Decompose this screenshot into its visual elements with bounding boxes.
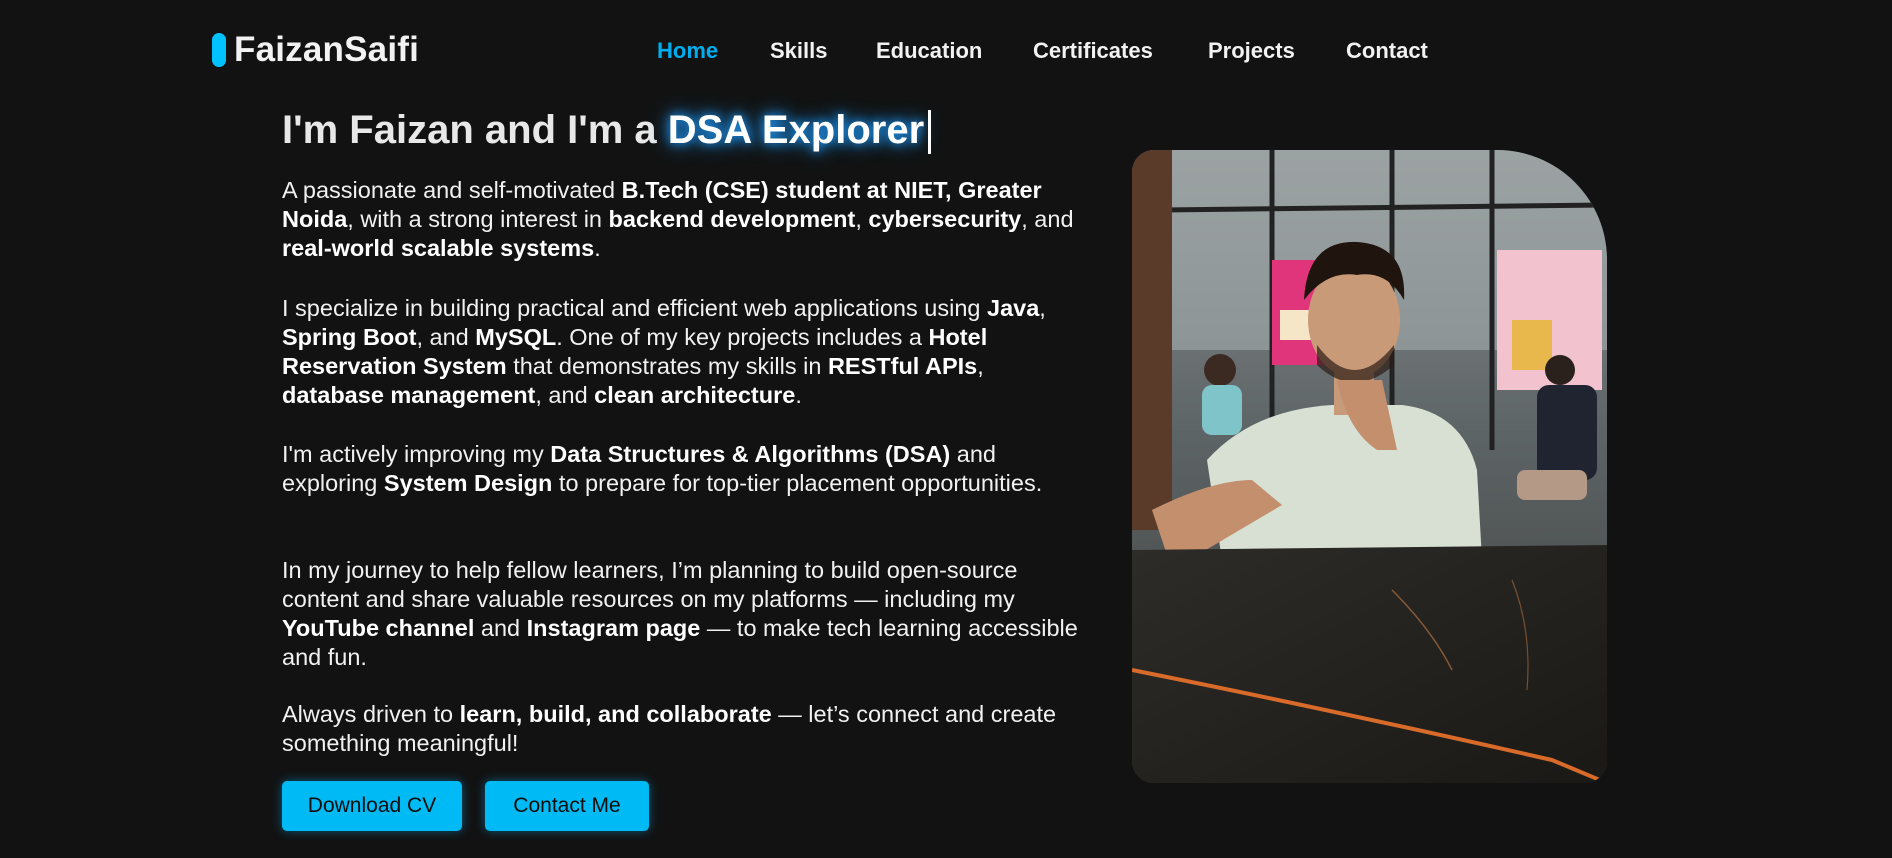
hero-title-role: DSA Explorer [667, 108, 925, 152]
community-paragraph: In my journey to help fellow learners, I… [282, 557, 1078, 670]
profile-photo-illustration [1132, 150, 1607, 783]
contact-me-button[interactable]: Contact Me [485, 781, 649, 831]
nav-education[interactable]: Education [876, 38, 982, 64]
nav-certificates[interactable]: Certificates [1033, 38, 1153, 64]
main-nav: Home Skills Education Certificates Proje… [0, 38, 1892, 68]
download-cv-button[interactable]: Download CV [282, 781, 462, 831]
typing-cursor [928, 110, 932, 155]
skills-paragraph: I specialize in building practical and e… [282, 295, 1046, 408]
nav-skills[interactable]: Skills [770, 38, 827, 64]
hero-title: I'm Faizan and I'm a DSA Explorer [282, 104, 1082, 156]
nav-contact[interactable]: Contact [1346, 38, 1428, 64]
hero-title-prefix: I'm Faizan and I'm a [282, 108, 668, 152]
closing-paragraph: Always driven to learn, build, and colla… [282, 701, 1057, 756]
profile-photo [1132, 150, 1607, 783]
nav-projects[interactable]: Projects [1208, 38, 1295, 64]
intro-paragraph: A passionate and self-motivated B.Tech (… [282, 177, 1074, 261]
hero-section: I'm Faizan and I'm a DSA Explorer A pass… [282, 104, 1082, 831]
dsa-paragraph: I'm actively improving my Data Structure… [282, 441, 1043, 496]
nav-home[interactable]: Home [657, 38, 718, 64]
